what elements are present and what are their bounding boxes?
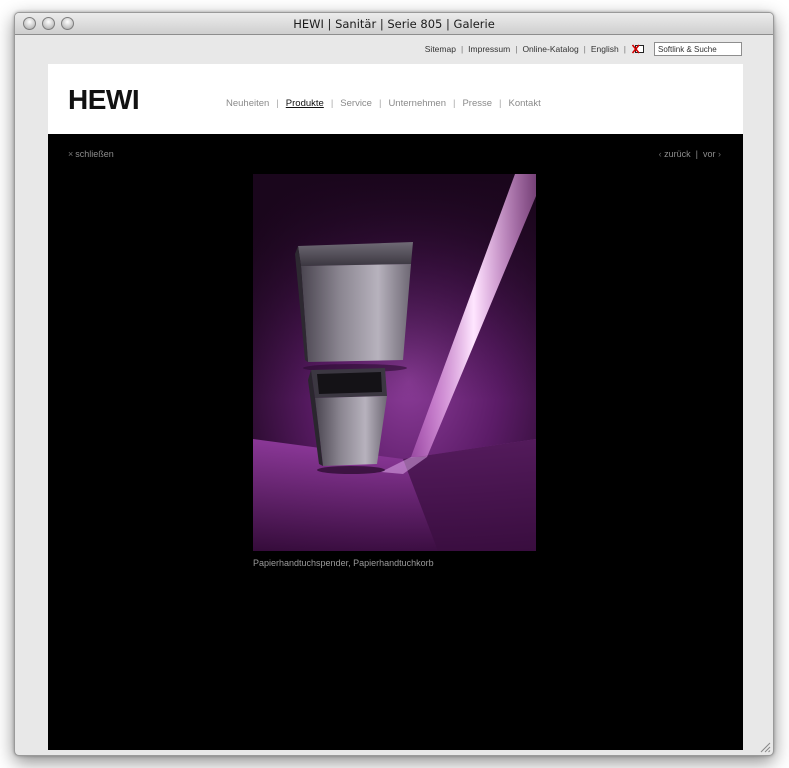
nav-separator: | — [499, 98, 502, 109]
gallery-stage: × schließen ‹ zurück | vor › Papierhandt… — [48, 134, 743, 750]
nav-separator: | — [330, 98, 334, 109]
browser-window: HEWI | Sanitär | Serie 805 | Galerie Sit… — [14, 12, 774, 756]
chevron-right-icon: › — [718, 149, 721, 159]
utility-nav: Sitemap | Impressum | Online-Katalog | English… — [425, 44, 631, 54]
utility-separator: | — [623, 44, 626, 54]
zoom-window-button[interactable] — [61, 17, 74, 30]
gallery-pager: ‹ zurück | vor › — [659, 149, 721, 159]
utility-link-sitemap[interactable]: Sitemap — [425, 44, 456, 54]
chevron-left-icon: ‹ — [658, 149, 662, 159]
main-nav: Neuheiten | Produkte | Service | Unternehmen | P… — [226, 98, 541, 109]
previous-link[interactable]: ‹ zurück — [659, 149, 691, 159]
close-window-button[interactable] — [23, 17, 36, 30]
utility-link-impressum[interactable]: Impressum — [468, 44, 510, 54]
close-gallery-link[interactable]: × schließen — [68, 149, 114, 159]
nav-separator: | — [276, 98, 279, 109]
next-link[interactable]: vor › — [703, 149, 721, 159]
nav-item-presse[interactable]: Presse — [462, 98, 492, 109]
photo-caption: Papierhandtuchspender, Papierhandtuchkor… — [253, 558, 434, 568]
softlink-icon[interactable] — [632, 44, 645, 54]
nav-item-kontakt[interactable]: Kontakt — [509, 98, 541, 109]
pager-separator: | — [695, 149, 698, 159]
window-controls — [23, 17, 74, 30]
hewi-logo[interactable]: HEWI — [68, 84, 140, 116]
minimize-window-button[interactable] — [42, 17, 55, 30]
utility-separator: | — [515, 44, 518, 54]
utility-separator: | — [583, 44, 586, 54]
utility-link-online-katalog[interactable]: Online-Katalog — [522, 44, 578, 54]
resize-grip-icon[interactable] — [759, 741, 771, 753]
nav-item-unternehmen[interactable]: Unternehmen — [388, 98, 446, 109]
site-header: HEWI Neuheiten | Produkte | Service | Unterneh… — [48, 64, 743, 134]
title-bar: HEWI | Sanitär | Serie 805 | Galerie — [15, 13, 773, 35]
window-title: HEWI | Sanitär | Serie 805 | Galerie — [293, 17, 495, 31]
nav-item-neuheiten[interactable]: Neuheiten — [226, 98, 269, 109]
nav-item-service[interactable]: Service — [340, 98, 372, 109]
utility-separator: | — [460, 44, 464, 54]
next-label: vor — [702, 149, 716, 159]
product-photo — [253, 174, 536, 551]
nav-item-produkte[interactable]: Produkte — [286, 98, 324, 109]
previous-label: zurück — [664, 149, 691, 159]
utility-link-english[interactable]: English — [591, 44, 619, 54]
utility-bar: Sitemap | Impressum | Online-Katalog | English… — [15, 35, 773, 63]
nav-separator: | — [453, 98, 456, 109]
close-gallery-label: schließen — [75, 149, 114, 159]
softlink-search-input[interactable] — [654, 42, 742, 56]
close-icon: × — [68, 149, 74, 159]
nav-separator: | — [378, 98, 382, 109]
